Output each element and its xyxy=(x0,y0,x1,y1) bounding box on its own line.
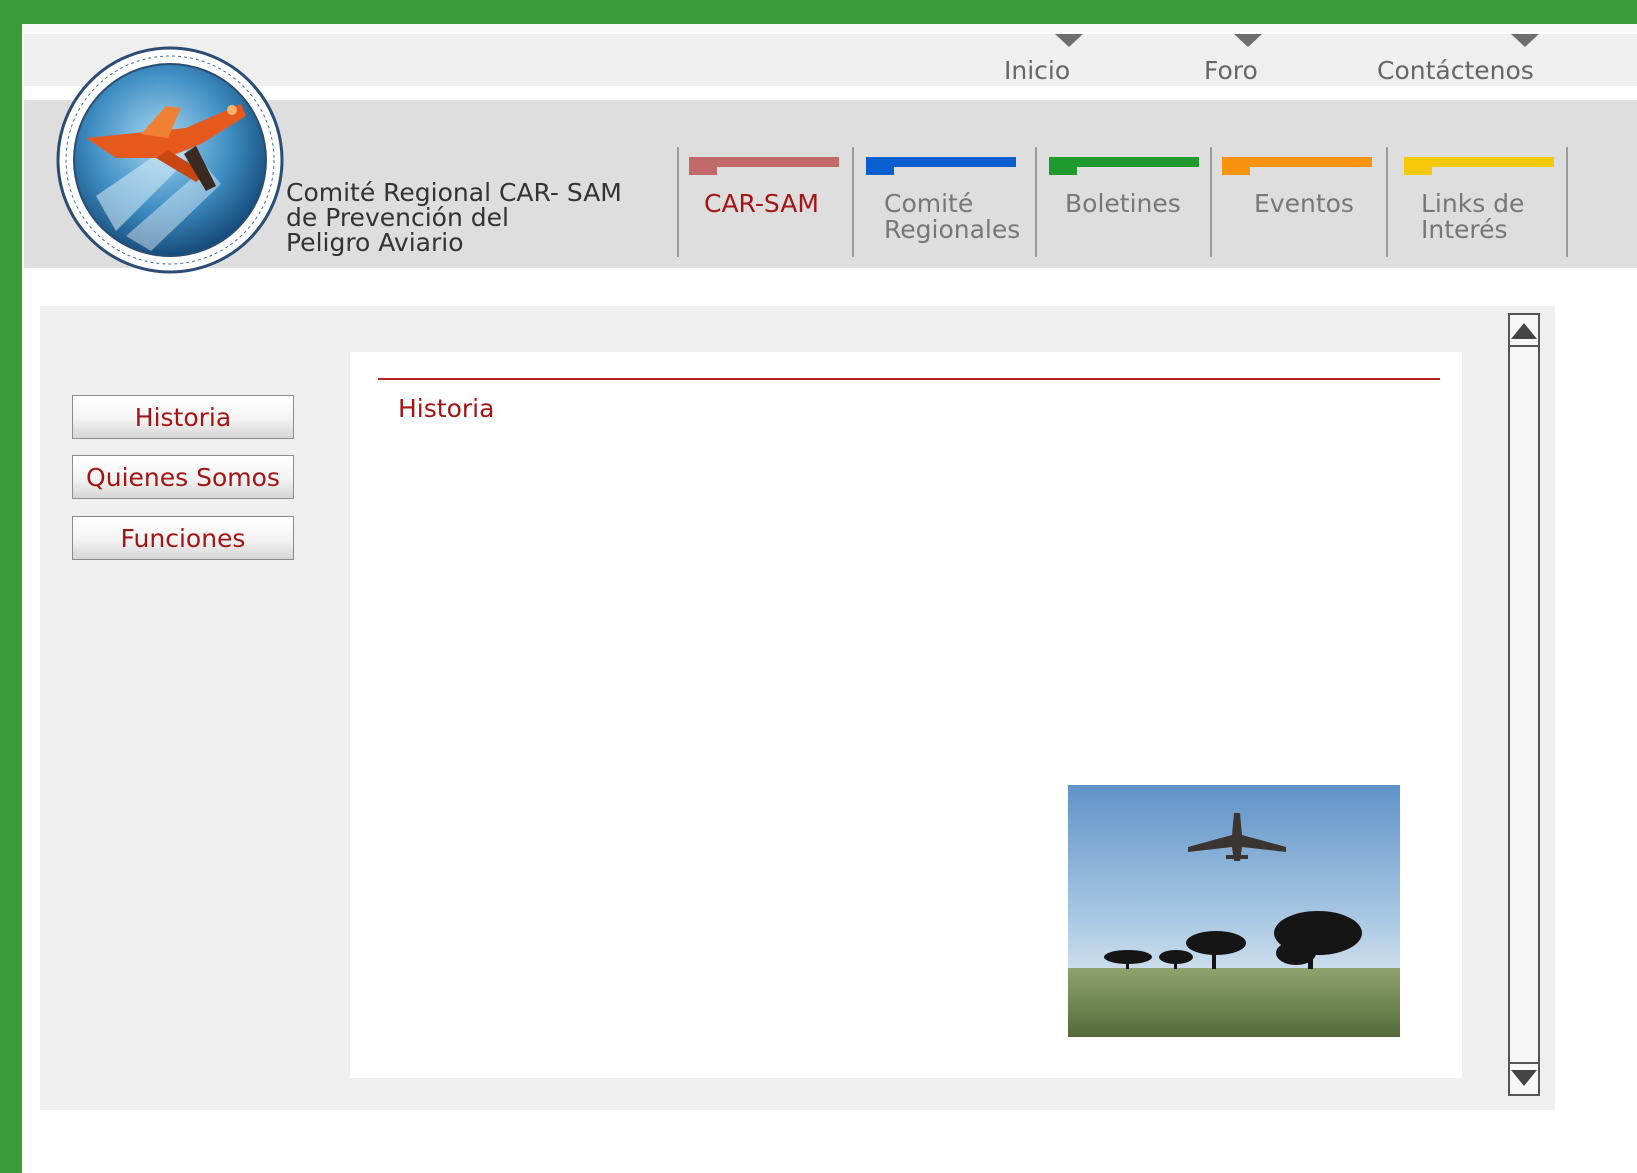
arrow-down-icon xyxy=(1511,1070,1537,1086)
tab-color-notch xyxy=(1049,167,1077,175)
top-link-contactenos[interactable]: Contáctenos xyxy=(1377,56,1534,85)
vertical-scrollbar[interactable] xyxy=(1508,313,1540,1096)
chevron-down-icon xyxy=(1511,34,1539,47)
frame-inner-strip xyxy=(22,24,1637,32)
arrow-up-icon xyxy=(1511,323,1537,339)
tab-label: Boletines xyxy=(1065,189,1181,218)
tab-color-notch xyxy=(866,167,894,175)
top-link-foro[interactable]: Foro xyxy=(1204,56,1258,85)
frame-top-border xyxy=(0,0,1637,24)
tab-label: CAR-SAM xyxy=(704,189,819,218)
tab-color-bar xyxy=(689,157,839,167)
sidebar-button-historia[interactable]: Historia xyxy=(72,395,294,439)
title-divider xyxy=(378,378,1440,380)
tab-eventos[interactable]: Eventos xyxy=(1210,147,1384,257)
tab-label: Links de Interés xyxy=(1421,189,1525,244)
tab-color-notch xyxy=(1404,167,1432,175)
tab-label: Comité Regionales xyxy=(884,189,1021,244)
org-name-line: Peligro Aviario xyxy=(286,228,464,257)
tab-car-sam[interactable]: CAR-SAM xyxy=(677,147,849,257)
tab-color-bar xyxy=(1049,157,1199,167)
tab-comite-regionales[interactable]: Comité Regionales xyxy=(852,147,1034,257)
sidebar-button-funciones[interactable]: Funciones xyxy=(72,516,294,560)
tab-color-notch xyxy=(1222,167,1250,175)
airplane-over-trees-photo xyxy=(1068,785,1400,1037)
org-name-line: Comité Regional CAR- SAM xyxy=(286,178,622,207)
scroll-up-button[interactable] xyxy=(1510,315,1538,347)
tab-color-bar xyxy=(1222,157,1372,167)
tab-links-de-interes[interactable]: Links de Interés xyxy=(1386,147,1568,257)
tab-color-bar xyxy=(866,157,1016,167)
page-title: Historia xyxy=(398,394,495,423)
tab-label: Eventos xyxy=(1254,189,1354,218)
scroll-down-button[interactable] xyxy=(1510,1062,1538,1094)
airplane-seal-logo[interactable] xyxy=(56,46,284,274)
tab-color-notch xyxy=(689,167,717,175)
sidebar-button-quienes-somos[interactable]: Quienes Somos xyxy=(72,455,294,499)
tab-color-bar xyxy=(1404,157,1554,167)
tab-boletines[interactable]: Boletines xyxy=(1035,147,1209,257)
chevron-down-icon xyxy=(1234,34,1262,47)
org-name-line: de Prevención del xyxy=(286,203,509,232)
org-name: Comité Regional CAR- SAM de Prevención d… xyxy=(286,180,666,255)
top-link-inicio[interactable]: Inicio xyxy=(1004,56,1070,85)
chevron-down-icon xyxy=(1055,34,1083,47)
frame-left-border xyxy=(0,0,22,1173)
